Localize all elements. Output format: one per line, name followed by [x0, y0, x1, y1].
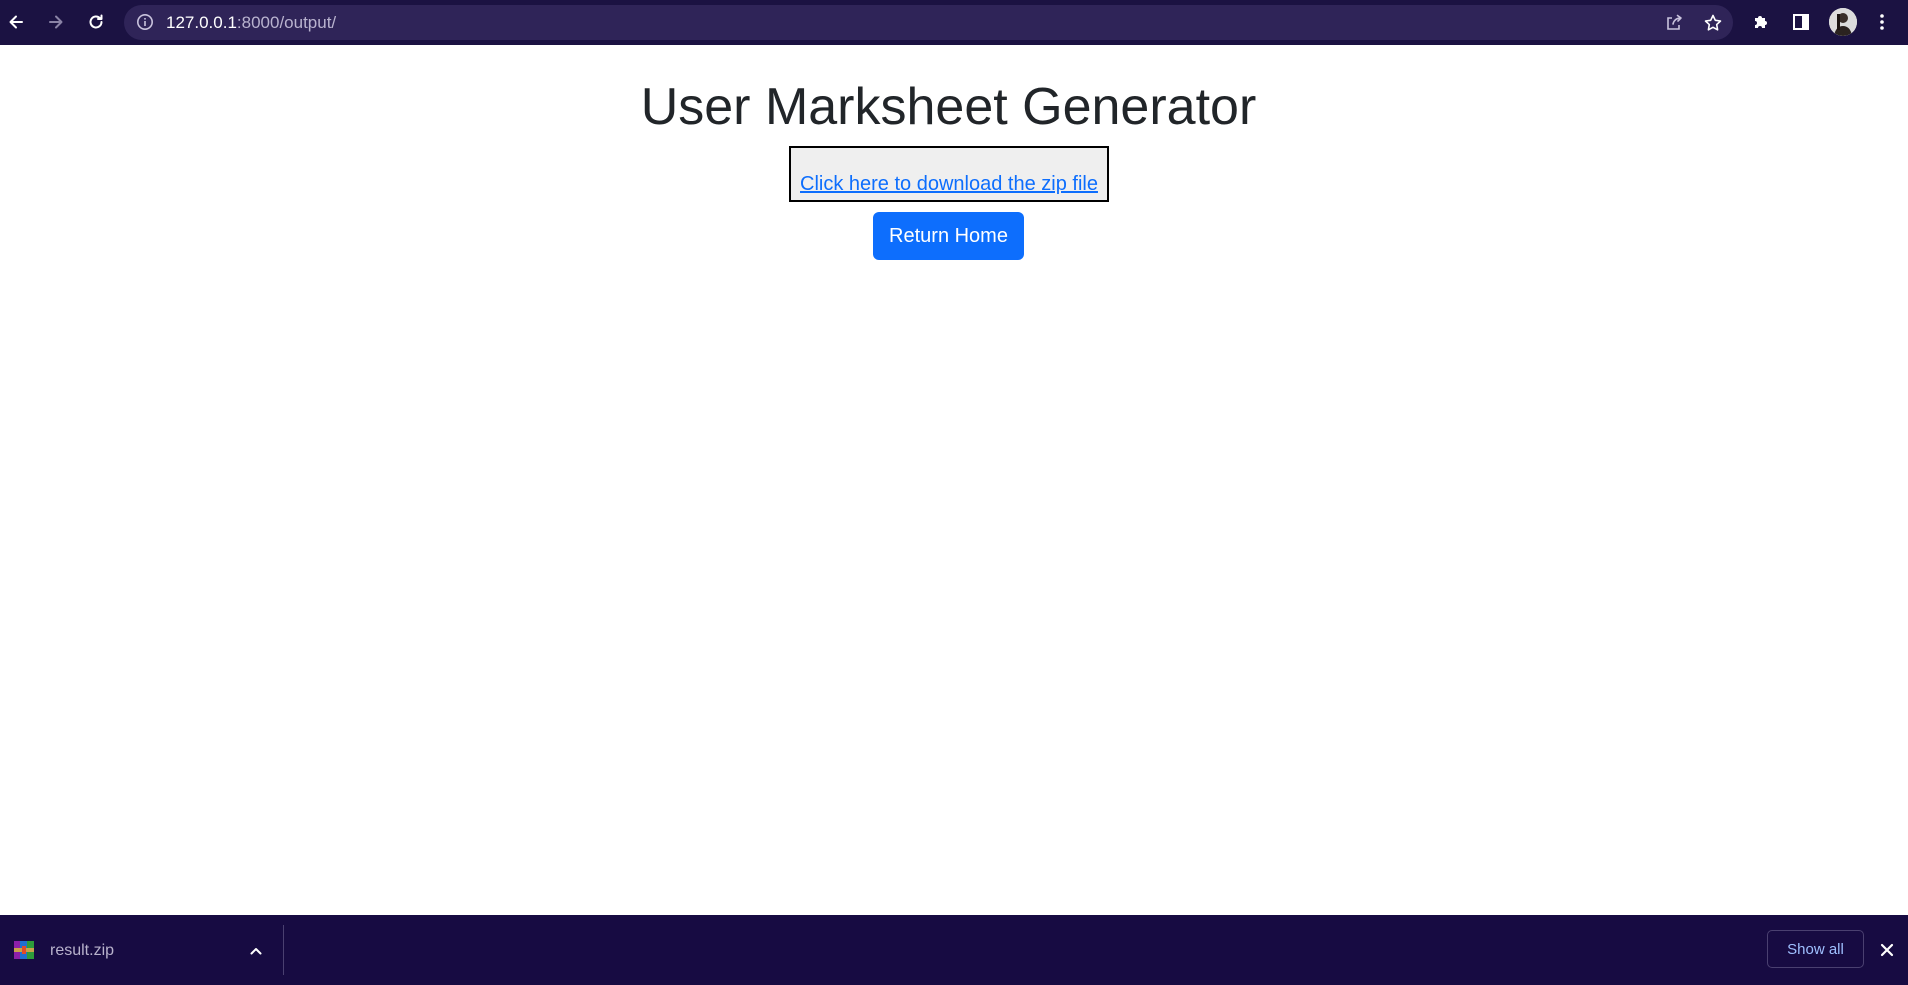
download-box: Click here to download the zip file	[789, 146, 1109, 202]
close-icon[interactable]	[1874, 937, 1900, 963]
site-info-icon[interactable]	[136, 13, 154, 31]
back-arrow-icon	[9, 15, 23, 29]
url-host: 127.0.0.1	[166, 13, 237, 32]
chevron-up-icon[interactable]	[244, 939, 268, 963]
url-text: 127.0.0.1:8000/output/	[166, 13, 336, 32]
reload-button[interactable]	[80, 6, 112, 38]
download-item[interactable]: result.zip	[0, 915, 282, 985]
download-shelf: result.zip Show all	[0, 915, 1908, 985]
profile-avatar[interactable]	[1829, 8, 1857, 36]
forward-button[interactable]	[40, 6, 72, 38]
reload-icon	[89, 14, 103, 29]
download-zip-link[interactable]: Click here to download the zip file	[791, 172, 1107, 196]
shelf-divider	[283, 925, 284, 975]
url-path: :8000/output/	[236, 13, 337, 32]
address-bar[interactable]: 127.0.0.1:8000/output/	[124, 5, 1733, 40]
show-all-button[interactable]: Show all	[1767, 930, 1864, 968]
page-content: User Marksheet Generator Click here to d…	[0, 45, 1908, 915]
return-home-button[interactable]: Return Home	[873, 212, 1024, 260]
archive-file-icon	[14, 941, 34, 959]
kebab-menu-icon[interactable]	[1868, 8, 1896, 36]
browser-toolbar: 127.0.0.1:8000/output/	[0, 0, 1908, 45]
side-panel-icon[interactable]	[1787, 8, 1815, 36]
forward-arrow-icon	[49, 15, 63, 29]
bookmark-star-icon[interactable]	[1701, 11, 1725, 35]
extensions-puzzle-icon[interactable]	[1747, 8, 1775, 36]
share-icon[interactable]	[1662, 11, 1686, 35]
back-button[interactable]	[0, 6, 32, 38]
download-filename: result.zip	[50, 942, 115, 959]
page-title: User Marksheet Generator	[640, 78, 1257, 136]
